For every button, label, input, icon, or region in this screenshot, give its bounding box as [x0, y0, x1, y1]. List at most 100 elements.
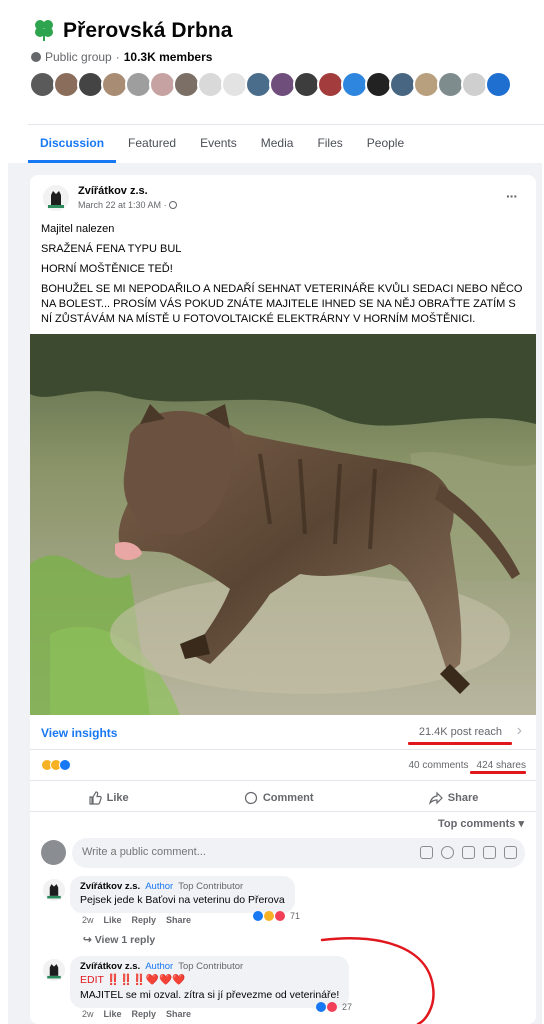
author-badge: Author	[145, 881, 174, 892]
comment-meta: 2w Like Reply Share	[82, 915, 191, 925]
tab-media[interactable]: Media	[249, 125, 306, 163]
avatar-sticker-icon[interactable]	[420, 846, 433, 859]
post-author[interactable]: Zvířátkov z.s.	[78, 185, 148, 197]
member-avatar[interactable]	[197, 71, 224, 98]
tab-files[interactable]: Files	[305, 125, 354, 163]
group-title[interactable]: Přerovská Drbna	[63, 19, 233, 43]
commenter-avatar[interactable]	[43, 959, 65, 981]
reaction-summary[interactable]	[41, 759, 71, 771]
comment-reactions[interactable]: 71	[253, 911, 300, 921]
owl-logo-icon	[43, 185, 69, 211]
author-badge: Author	[145, 961, 174, 972]
globe-icon	[169, 201, 178, 209]
comment-bubble: Zvířátkov z.s. Author Top Contributor Pe…	[70, 876, 295, 913]
member-avatar[interactable]	[245, 71, 272, 98]
post-text: Majitel nalezen SRAŽENÁ FENA TYPU BUL HO…	[41, 222, 527, 332]
post-photo[interactable]	[30, 334, 536, 715]
post-line: BOHUŽEL SE MI NEPODAŘILO A NEDAŘÍ SEHNAT…	[41, 283, 523, 325]
member-avatar[interactable]	[221, 71, 248, 98]
comment-like-button[interactable]: Like	[104, 1009, 122, 1019]
like-react-icon	[253, 911, 263, 921]
group-meta: Public group · 10.3K members	[31, 50, 212, 64]
view-insights-link[interactable]: View insights	[41, 726, 117, 740]
member-avatar[interactable]	[437, 71, 464, 98]
comment-input[interactable]	[82, 846, 382, 858]
post-time[interactable]: March 22 at 1:30 AM ·	[78, 200, 178, 210]
annotation-underline	[470, 771, 526, 774]
clover-icon	[35, 20, 53, 41]
member-avatar[interactable]	[149, 71, 176, 98]
dog-photo	[30, 334, 536, 715]
post-actions: Like Comment Share	[30, 784, 536, 812]
comment-button[interactable]: Comment	[244, 784, 314, 811]
group-members[interactable]: 10.3K members	[124, 50, 213, 64]
share-icon	[428, 791, 443, 805]
love-react-icon	[275, 911, 285, 921]
owl-logo-icon	[43, 879, 65, 901]
member-avatar[interactable]	[413, 71, 440, 98]
post-line: Majitel nalezen	[41, 223, 115, 235]
post-card: Zvířátkov z.s. March 22 at 1:30 AM · ···…	[30, 175, 536, 1024]
post-line: HORNÍ MOŠTĚNICE TEĎ!	[41, 263, 173, 275]
comment-like-button[interactable]: Like	[104, 915, 122, 925]
comment-item: Zvířátkov z.s. Author Top Contributor ED…	[41, 956, 527, 1024]
member-avatar[interactable]	[53, 71, 80, 98]
member-avatars[interactable]	[29, 71, 512, 99]
member-avatar[interactable]	[389, 71, 416, 98]
care-react-icon	[264, 911, 274, 921]
comment-share-button[interactable]: Share	[166, 1009, 191, 1019]
post-line: SRAŽENÁ FENA TYPU BUL	[41, 243, 182, 255]
more-options-icon[interactable]: ···	[506, 188, 518, 204]
member-avatar[interactable]	[293, 71, 320, 98]
comment-icon	[244, 791, 257, 804]
gif-icon[interactable]	[483, 846, 496, 859]
annotation-arc	[320, 937, 435, 1024]
member-avatar[interactable]	[341, 71, 368, 98]
comment-sort-dropdown[interactable]: Top comments ▾	[438, 817, 524, 830]
comment-time[interactable]: 2w	[82, 915, 94, 925]
chevron-right-icon[interactable]: ›	[517, 722, 522, 740]
author-avatar[interactable]	[43, 185, 69, 211]
like-react-icon	[59, 759, 71, 771]
emoji-icon[interactable]	[441, 846, 454, 859]
post-reach[interactable]: 21.4K post reach	[419, 726, 502, 738]
member-avatar[interactable]	[173, 71, 200, 98]
member-avatar[interactable]	[269, 71, 296, 98]
comment-text: Pejsek jede k Baťovi na veterinu do Přer…	[80, 894, 285, 906]
member-avatar[interactable]	[29, 71, 56, 98]
tab-featured[interactable]: Featured	[116, 125, 188, 163]
member-avatar[interactable]	[461, 71, 488, 98]
tab-people[interactable]: People	[355, 125, 416, 163]
shares-count[interactable]: 424 shares	[477, 760, 526, 771]
comments-count[interactable]: 40 comments	[408, 760, 468, 771]
comment-time[interactable]: 2w	[82, 1009, 94, 1019]
sticker-icon[interactable]	[504, 846, 517, 859]
comment-input-box[interactable]	[72, 838, 525, 868]
owl-logo-icon	[43, 959, 65, 981]
commenter-avatar[interactable]	[43, 879, 65, 901]
post-stats: 40 comments 424 shares	[30, 753, 536, 781]
member-avatar[interactable]	[317, 71, 344, 98]
commenter-name[interactable]: Zvířátkov z.s.	[80, 961, 140, 972]
comment-reply-button[interactable]: Reply	[132, 1009, 157, 1019]
member-avatar[interactable]	[365, 71, 392, 98]
member-avatar[interactable]	[101, 71, 128, 98]
tab-discussion[interactable]: Discussion	[28, 125, 117, 163]
share-button[interactable]: Share	[428, 784, 478, 811]
camera-icon[interactable]	[462, 846, 475, 859]
comment-reply-button[interactable]: Reply	[132, 915, 157, 925]
commenter-name[interactable]: Zvířátkov z.s.	[80, 881, 140, 892]
member-avatar[interactable]	[485, 71, 512, 98]
current-user-avatar[interactable]	[41, 840, 66, 865]
group-tabs: Discussion Featured Events Media Files P…	[28, 124, 544, 163]
globe-icon	[31, 52, 41, 62]
tab-events[interactable]: Events	[188, 125, 249, 163]
member-avatar[interactable]	[125, 71, 152, 98]
like-button[interactable]: Like	[88, 784, 129, 811]
comment-item: Zvířátkov z.s. Author Top Contributor Pe…	[41, 876, 527, 936]
top-contributor-badge: Top Contributor	[178, 881, 244, 892]
member-avatar[interactable]	[77, 71, 104, 98]
comment-composer	[41, 838, 527, 868]
comment-share-button[interactable]: Share	[166, 915, 191, 925]
view-replies-link[interactable]: ↪ View 1 reply	[83, 934, 155, 946]
